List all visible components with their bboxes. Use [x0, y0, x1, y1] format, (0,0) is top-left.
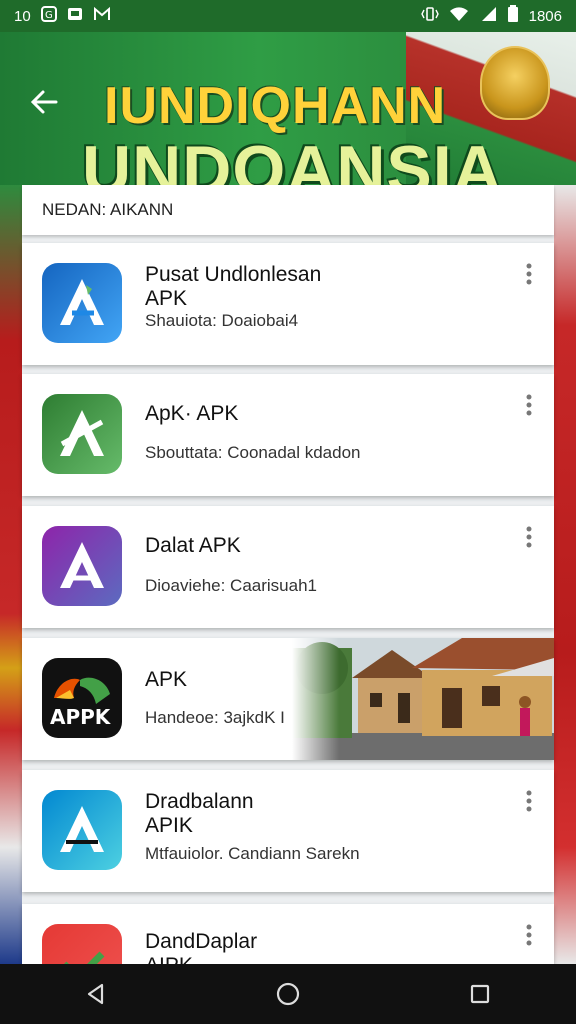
app-name: Dradbalann APIK: [145, 790, 254, 837]
garuda-emblem-icon: [480, 46, 550, 120]
list-item[interactable]: Pusat Undlonlesan APK Shauiota: Doaiobai…: [22, 243, 554, 365]
g-icon: G: [40, 6, 57, 26]
app-subtitle: Dioaviehe: Caarisuah1: [145, 576, 317, 595]
appk-icon-label: APPK: [50, 705, 112, 729]
banner-title-main: UNDOANSIA: [82, 132, 503, 185]
battery-icon: [507, 5, 519, 27]
image-icon: [67, 6, 83, 26]
app-name: Pusat Undlonlesan APK: [145, 263, 322, 310]
a-logo-green-icon: [42, 394, 122, 474]
more-vert-icon[interactable]: [522, 790, 536, 812]
app-subtitle: Handeoe: 3ajkdK I: [145, 708, 285, 727]
subheader-text: NEDAN: AIKANN: [42, 200, 174, 219]
list-item[interactable]: DandDaplar AIPK: [22, 904, 554, 964]
background-flag-left: [0, 185, 22, 964]
wifi-icon: [449, 6, 469, 26]
gmail-icon: [93, 6, 111, 26]
signal-icon: [479, 6, 497, 26]
more-vert-icon[interactable]: [522, 394, 536, 416]
navigation-bar: [0, 964, 576, 1024]
app-name: ApK· APK: [145, 402, 239, 425]
arrow-back-icon[interactable]: [28, 86, 64, 122]
a-logo-red-icon: [42, 924, 122, 964]
background-flag-right: [554, 185, 576, 964]
status-time: 1806: [528, 7, 562, 25]
app-subtitle: Mtfauiolor. Candiann Sarekn: [145, 844, 360, 863]
square-recents-icon[interactable]: [460, 974, 500, 1014]
header-banner: IUNDIQHANN UNDOANSIA: [0, 32, 576, 185]
more-vert-icon[interactable]: [522, 526, 536, 548]
svg-text:G: G: [45, 10, 53, 21]
list-item[interactable]: APPK APK Handeoe: 3ajkdK I: [22, 638, 554, 760]
appk-logo-black-icon: APPK: [42, 658, 122, 738]
status-left-text: 10: [14, 7, 31, 25]
a-logo-blue-icon: [42, 263, 122, 343]
subheader-bar: NEDAN: AIKANN: [22, 185, 554, 235]
status-bar: 10 G 1806: [0, 0, 576, 32]
banner-title-top: IUNDIQHANN: [104, 77, 447, 135]
app-name: APK: [145, 668, 188, 691]
triangle-back-icon[interactable]: [76, 974, 116, 1014]
a-logo-cyan-icon: [42, 790, 122, 870]
circle-home-icon[interactable]: [268, 974, 308, 1014]
a-logo-purple-icon: [42, 526, 122, 606]
vibrate-icon: [420, 6, 439, 26]
app-subtitle: Sbouttata: Coonadal kdadon: [145, 443, 361, 462]
list-item[interactable]: ApK· APK Sbouttata: Coonadal kdadon: [22, 374, 554, 496]
more-vert-icon[interactable]: [522, 924, 536, 946]
more-vert-icon[interactable]: [522, 263, 536, 285]
app-name: Dalat APK: [145, 534, 241, 557]
list-item[interactable]: Dradbalann APIK Mtfauiolor. Candiann Sar…: [22, 770, 554, 892]
app-name: DandDaplar AIPK: [145, 930, 258, 964]
app-subtitle: Shauiota: Doaiobai4: [145, 311, 299, 330]
list-item[interactable]: Dalat APK Dioaviehe: Caarisuah1: [22, 506, 554, 628]
village-house-photo: [292, 638, 554, 760]
